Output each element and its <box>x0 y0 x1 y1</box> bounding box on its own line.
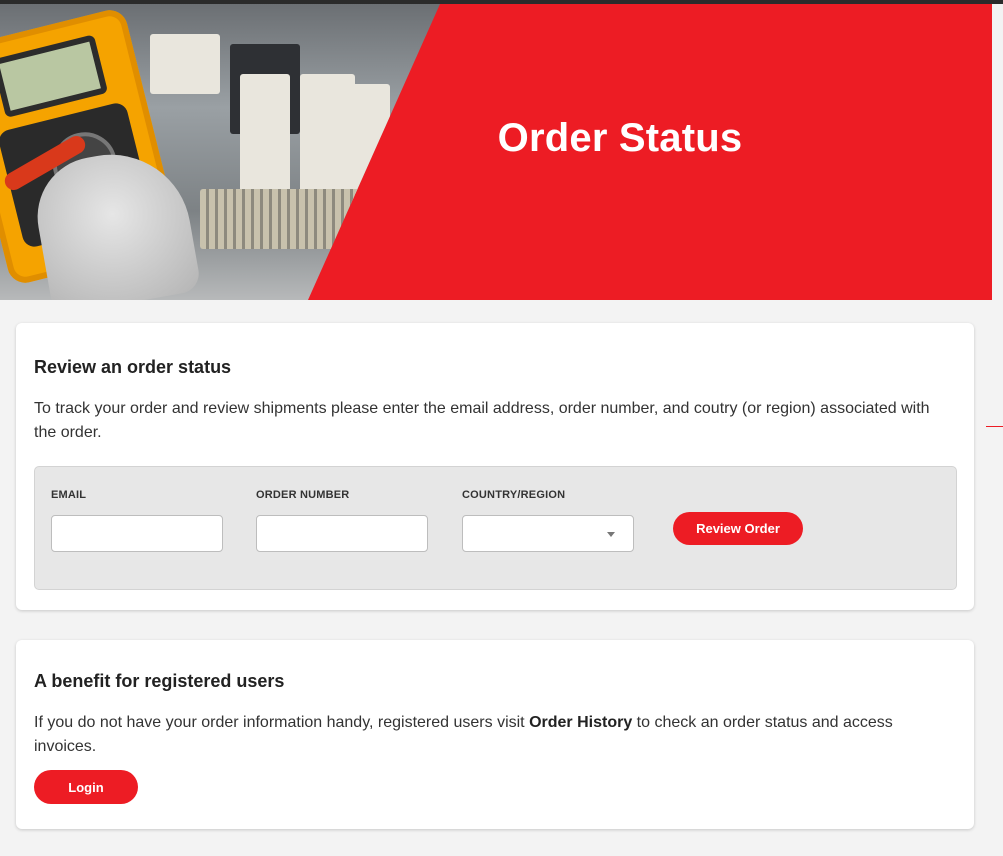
review-heading: Review an order status <box>34 357 232 377</box>
side-accent-line <box>986 426 1003 427</box>
review-description: To track your order and review shipments… <box>34 400 930 441</box>
hero-banner: Order Status <box>0 4 992 300</box>
photo-panel <box>350 84 390 194</box>
review-order-card: Review an order status To track your ord… <box>16 323 974 610</box>
order-number-label: ORDER NUMBER <box>256 489 350 501</box>
review-order-button[interactable]: Review Order <box>673 512 803 545</box>
multimeter-screen <box>0 34 109 118</box>
benefit-text-start: If you do not have your order informatio… <box>34 714 530 731</box>
country-select[interactable] <box>462 515 634 552</box>
page-title: Order Status <box>497 116 743 160</box>
benefit-description: If you do not have your order informatio… <box>34 711 954 759</box>
email-label: EMAIL <box>51 489 87 501</box>
order-history-link[interactable]: Order History <box>529 714 632 731</box>
photo-panel <box>150 34 220 94</box>
chevron-down-icon <box>607 532 615 537</box>
registered-benefit-card: A benefit for registered users If you do… <box>16 640 974 829</box>
login-button[interactable]: Login <box>34 770 138 804</box>
photo-terminals <box>200 189 360 249</box>
photo-panel <box>240 74 290 194</box>
email-field[interactable] <box>51 515 223 552</box>
photo-panel <box>300 74 355 204</box>
benefit-heading: A benefit for registered users <box>34 671 285 691</box>
order-lookup-form: EMAIL ORDER NUMBER COUNTRY/REGION Review… <box>34 466 957 590</box>
hero-multimeter-photo <box>0 4 440 300</box>
order-number-field[interactable] <box>256 515 428 552</box>
country-label: COUNTRY/REGION <box>462 489 566 501</box>
